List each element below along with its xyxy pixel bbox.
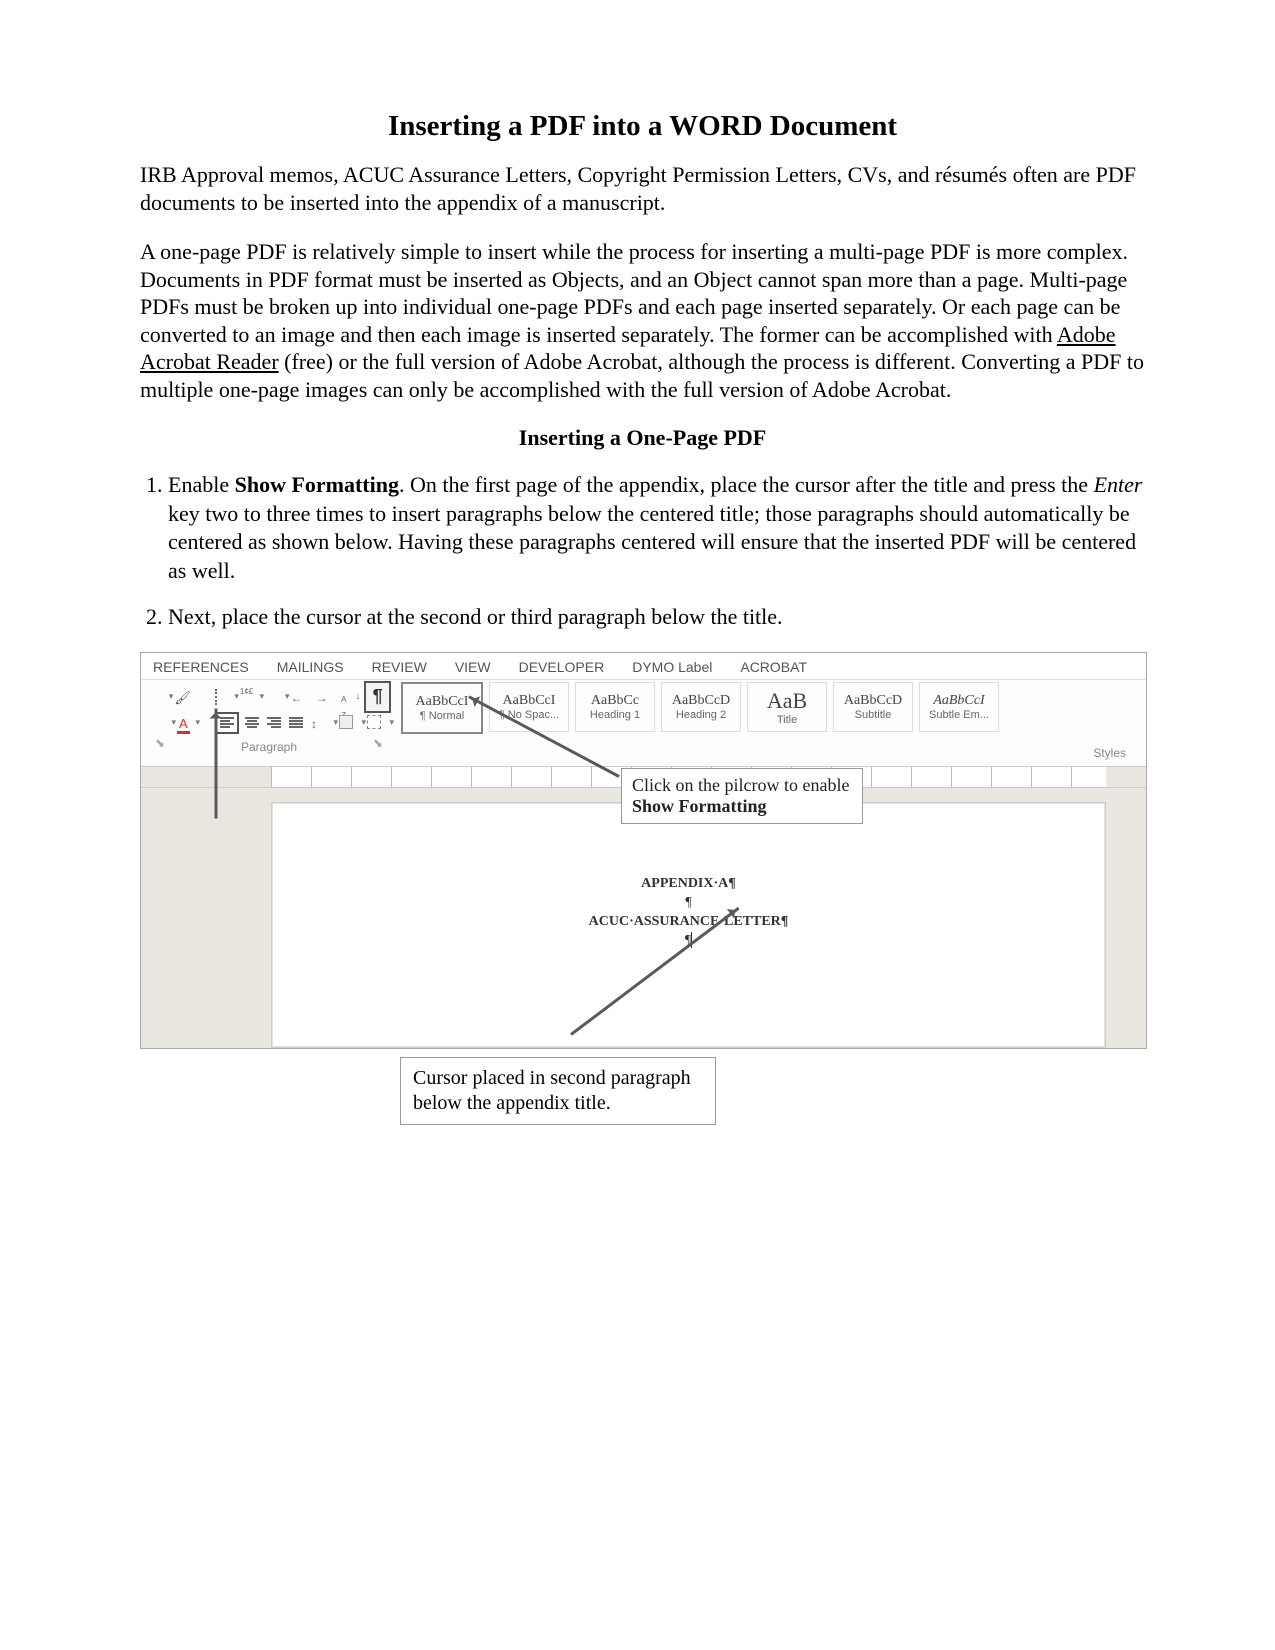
step1-a: Enable: [168, 472, 235, 497]
styles-group-label: Styles: [1093, 746, 1126, 760]
style-name-label: Subtitle: [855, 709, 892, 721]
style-heading-1[interactable]: AaBbCcHeading 1: [575, 682, 655, 732]
step1-b: . On the first page of the appendix, pla…: [399, 472, 1094, 497]
document-area: APPENDIX·A¶ ¶ ACUC·ASSURANCE·LETTER¶ ¶: [141, 788, 1146, 1048]
borders-icon[interactable]: [367, 715, 387, 731]
ribbon-tabs: REFERENCES MAILINGS REVIEW VIEW DEVELOPE…: [141, 653, 1146, 680]
style-name-label: Heading 2: [676, 709, 726, 721]
doc-line-1: APPENDIX·A¶: [272, 875, 1105, 894]
style-sample: AaBbCc: [591, 693, 639, 709]
page-title: Inserting a PDF into a WORD Document: [140, 110, 1145, 143]
increase-indent-icon[interactable]: [316, 689, 333, 705]
tab-review[interactable]: REVIEW: [372, 659, 427, 675]
decrease-indent-icon[interactable]: [290, 689, 307, 705]
more-options-2-icon[interactable]: [149, 715, 169, 731]
style-sample: AaBbCcD: [672, 693, 730, 709]
intro-paragraph-1: IRB Approval memos, ACUC Assurance Lette…: [140, 161, 1145, 216]
step-2: Next, place the cursor at the second or …: [168, 603, 1145, 632]
doc-line-3: ACUC·ASSURANCE·LETTER¶: [272, 913, 1105, 932]
paragraph-dialog-launcher[interactable]: ⬊: [373, 736, 383, 754]
step1-italic: Enter: [1094, 472, 1143, 497]
align-right-icon[interactable]: [267, 717, 281, 729]
ribbon-body: ¶ ⬊ Paragraph ⬊: [141, 680, 1146, 767]
intro2-part-b: (free) or the full version of Adobe Acro…: [140, 349, 1144, 402]
align-justify-icon[interactable]: [289, 717, 303, 729]
step1-c: key two to three times to insert paragra…: [168, 501, 1136, 583]
more-options-icon[interactable]: [149, 689, 166, 705]
clipboard-dialog-launcher[interactable]: ⬊: [155, 736, 165, 754]
style-name-label: ¶ Normal: [420, 710, 464, 722]
styles-group: AaBbCcI¶ NormalAaBbCcI¶ No Spac...AaBbCc…: [401, 682, 1140, 734]
tab-dymo-label[interactable]: DYMO Label: [632, 659, 712, 675]
style-name-label: Title: [777, 714, 797, 726]
style-heading-2[interactable]: AaBbCcDHeading 2: [661, 682, 741, 732]
callout-pilcrow: Click on the pilcrow to enable Show Form…: [621, 768, 863, 824]
shading-icon[interactable]: [339, 715, 359, 731]
align-center-icon[interactable]: [245, 717, 259, 729]
step-1: Enable Show Formatting. On the first pag…: [168, 471, 1145, 585]
tab-acrobat[interactable]: ACROBAT: [740, 659, 807, 675]
style-title[interactable]: AaBTitle: [747, 682, 827, 732]
font-color-icon[interactable]: [177, 715, 193, 731]
sort-icon[interactable]: [341, 689, 358, 705]
arrow-to-align-left-icon: [215, 708, 218, 818]
callout1-a: Click on the pilcrow to enable: [632, 775, 849, 795]
callout-cursor-position: Cursor placed in second paragraph below …: [400, 1057, 716, 1125]
style-name-label: Heading 1: [590, 709, 640, 721]
style--no-spac-[interactable]: AaBbCcI¶ No Spac...: [489, 682, 569, 732]
paragraph-group: ¶ ⬊ Paragraph ⬊: [149, 684, 389, 754]
word-ribbon-screenshot: REFERENCES MAILINGS REVIEW VIEW DEVELOPE…: [140, 652, 1147, 1049]
style-sample: AaBbCcI: [933, 693, 984, 709]
style-sample: AaBbCcD: [844, 693, 902, 709]
line-spacing-icon[interactable]: [311, 715, 331, 731]
style-name-label: Subtle Em...: [929, 709, 989, 721]
step1-bold: Show Formatting: [235, 472, 399, 497]
numbering-icon[interactable]: [240, 689, 257, 705]
style-sample: AaBbCcI: [503, 693, 556, 709]
intro-paragraph-2: A one-page PDF is relatively simple to i…: [140, 238, 1145, 403]
doc-line-2: ¶: [272, 894, 1105, 913]
paragraph-group-label: Paragraph: [241, 740, 297, 754]
callout1-b: Show Formatting: [632, 796, 767, 816]
document-page[interactable]: APPENDIX·A¶ ¶ ACUC·ASSURANCE·LETTER¶ ¶: [271, 802, 1106, 1048]
tab-view[interactable]: VIEW: [455, 659, 491, 675]
multilevel-icon[interactable]: [265, 689, 282, 705]
tab-references[interactable]: REFERENCES: [153, 659, 249, 675]
style-sample: AaBbCcI: [416, 694, 469, 710]
section-subhead: Inserting a One-Page PDF: [140, 425, 1145, 451]
style-subtitle[interactable]: AaBbCcDSubtitle: [833, 682, 913, 732]
style--normal[interactable]: AaBbCcI¶ Normal: [401, 682, 483, 734]
style-subtle-em-[interactable]: AaBbCcISubtle Em...: [919, 682, 999, 732]
steps-list: Enable Show Formatting. On the first pag…: [140, 471, 1145, 632]
bullets-icon[interactable]: [215, 689, 232, 705]
document-text: APPENDIX·A¶ ¶ ACUC·ASSURANCE·LETTER¶ ¶: [272, 875, 1105, 951]
intro2-part-a: A one-page PDF is relatively simple to i…: [140, 239, 1128, 347]
tab-developer[interactable]: DEVELOPER: [519, 659, 605, 675]
tab-mailings[interactable]: MAILINGS: [277, 659, 344, 675]
style-sample: AaB: [767, 688, 807, 714]
show-formatting-button[interactable]: ¶: [366, 683, 389, 711]
format-painter-icon[interactable]: [174, 689, 191, 705]
